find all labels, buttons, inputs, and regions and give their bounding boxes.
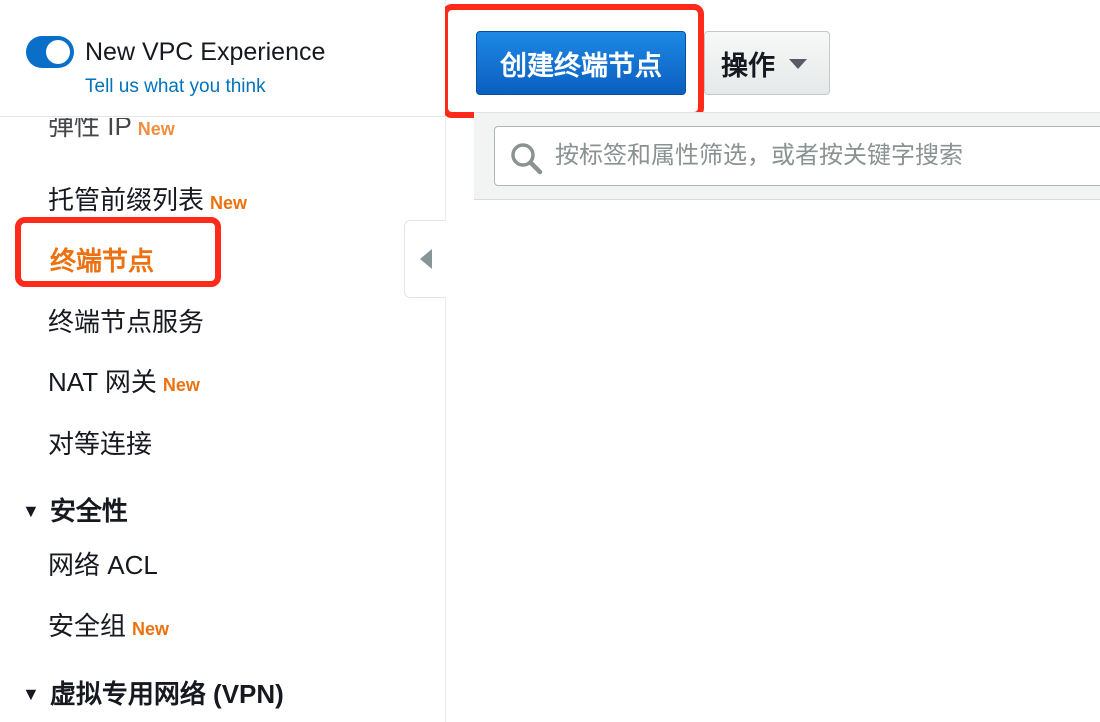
- sidebar: 弹性 IP New 托管前缀列表 New 终端节点 终端节点服务 NAT 网关 New…: [0, 0, 446, 722]
- sidebar-item-endpoints[interactable]: 终端节点: [50, 241, 154, 278]
- sidebar-section-security[interactable]: ▼ 安全性: [22, 491, 128, 528]
- sidebar-section-label: 虚拟专用网络 (VPN): [49, 679, 284, 709]
- sidebar-item-label: 对等连接: [48, 429, 153, 459]
- vpc-console: 弹性 IP New 托管前缀列表 New 终端节点 终端节点服务 NAT 网关 New…: [0, 0, 1100, 722]
- sidebar-item-label: 终端节点: [50, 246, 155, 276]
- sidebar-item-label: 终端节点服务: [48, 307, 205, 337]
- new-badge: New: [162, 375, 200, 395]
- actions-dropdown-button[interactable]: 操作: [704, 31, 830, 95]
- sidebar-item-label: 网络 ACL: [48, 550, 158, 580]
- sidebar-item-managed-prefix-lists[interactable]: 托管前缀列表 New: [48, 180, 247, 217]
- create-endpoint-button[interactable]: 创建终端节点: [476, 31, 686, 95]
- search-icon: [511, 143, 543, 175]
- search-input[interactable]: [555, 127, 1100, 185]
- actions-button-label: 操作: [721, 50, 775, 81]
- sidebar-item-elastic-ip[interactable]: 弹性 IP New: [48, 118, 175, 142]
- sidebar-section-vpn[interactable]: ▼ 虚拟专用网络 (VPN): [22, 674, 284, 711]
- sidebar-section-label: 安全性: [49, 496, 128, 526]
- new-vpc-experience-toggle[interactable]: [26, 36, 74, 68]
- sidebar-item-label: 安全组: [48, 611, 127, 641]
- sidebar-item-label: 弹性 IP: [48, 118, 132, 141]
- sidebar-item-label: NAT 网关: [48, 367, 157, 397]
- main-content: 创建终端节点 操作: [442, 0, 1100, 722]
- filter-bar: [474, 112, 1100, 200]
- sidebar-item-security-groups[interactable]: 安全组 New: [48, 606, 169, 643]
- sidebar-item-label: 托管前缀列表: [48, 185, 205, 215]
- toggle-knob: [46, 40, 70, 64]
- sidebar-item-peering-connections[interactable]: 对等连接: [48, 424, 152, 461]
- new-badge: New: [132, 619, 170, 639]
- new-badge: New: [210, 193, 248, 213]
- sidebar-item-nat-gateways[interactable]: NAT 网关 New: [48, 362, 200, 399]
- new-vpc-experience-panel: New VPC Experience Tell us what you thin…: [0, 0, 445, 117]
- caret-down-icon: ▼: [22, 684, 40, 704]
- collapse-sidebar-button[interactable]: [404, 220, 446, 298]
- new-vpc-experience-title: New VPC Experience: [85, 38, 326, 66]
- sidebar-item-endpoint-services[interactable]: 终端节点服务: [48, 302, 204, 339]
- caret-left-icon: [420, 249, 432, 269]
- search-box: [494, 126, 1100, 186]
- caret-down-icon: ▼: [22, 501, 40, 521]
- new-badge: New: [137, 119, 175, 139]
- chevron-down-icon: [789, 59, 807, 69]
- sidebar-item-network-acls[interactable]: 网络 ACL: [48, 545, 158, 582]
- feedback-link[interactable]: Tell us what you think: [85, 76, 266, 98]
